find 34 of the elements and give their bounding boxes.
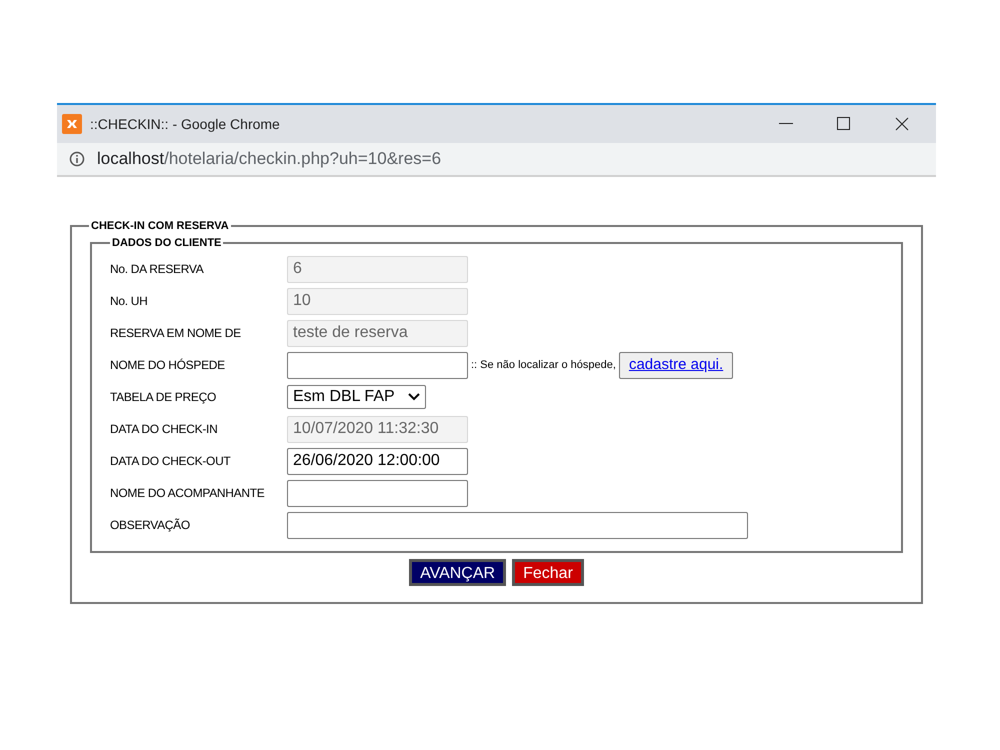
close-icon	[895, 117, 909, 131]
field-label: TABELA DE PREÇO	[110, 389, 217, 406]
field-label: OBSERVAÇÃO	[110, 517, 191, 534]
maximize-icon	[837, 117, 851, 131]
field-label: NOME DO ACOMPANHANTE	[110, 485, 266, 502]
select-value: Esm DBL FAP	[293, 387, 395, 407]
window-title: ::CHECKIN:: - Google Chrome	[90, 114, 280, 134]
chevron-down-icon	[408, 393, 420, 401]
field-label: No. DA RESERVA	[110, 261, 205, 278]
select-field[interactable]: Esm DBL FAP	[287, 385, 426, 409]
readonly-field[interactable]: 10/07/2020 11:32:30	[287, 416, 468, 442]
readonly-field[interactable]: 10	[287, 288, 468, 314]
register-link-button[interactable]: cadastre aqui.	[618, 352, 734, 378]
section-legend: DADOS DO CLIENTE	[110, 234, 224, 251]
info-icon	[69, 151, 85, 167]
field-label: NOME DO HÓSPEDE	[110, 357, 226, 374]
readonly-field[interactable]: 6	[287, 256, 468, 282]
input-field[interactable]	[287, 480, 468, 506]
input-field[interactable]: 26/06/2020 12:00:00	[287, 448, 468, 474]
field-label: No. UH	[110, 293, 149, 310]
url-text: localhost/hotelaria/checkin.php?uh=10&res=6	[97, 148, 442, 170]
field-label: DATA DO CHECK-IN	[110, 421, 218, 438]
field-label: RESERVA EM NOME DE	[110, 325, 242, 342]
app-logo-icon	[62, 114, 82, 134]
input-field[interactable]	[287, 352, 468, 378]
readonly-field[interactable]: teste de reserva	[287, 320, 468, 346]
field-label: DATA DO CHECK-OUT	[110, 453, 232, 470]
minimize-icon	[779, 123, 793, 125]
form-legend: CHECK-IN COM RESERVA	[89, 218, 231, 234]
form-button[interactable]: AVANÇAR	[409, 559, 506, 586]
hint-text: :: Se não localizar o hóspede,	[471, 358, 616, 373]
address-bar[interactable]: localhost/hotelaria/checkin.php?uh=10&res=6	[57, 143, 936, 177]
input-field[interactable]	[287, 512, 748, 538]
form-button[interactable]: Fechar	[512, 559, 584, 586]
